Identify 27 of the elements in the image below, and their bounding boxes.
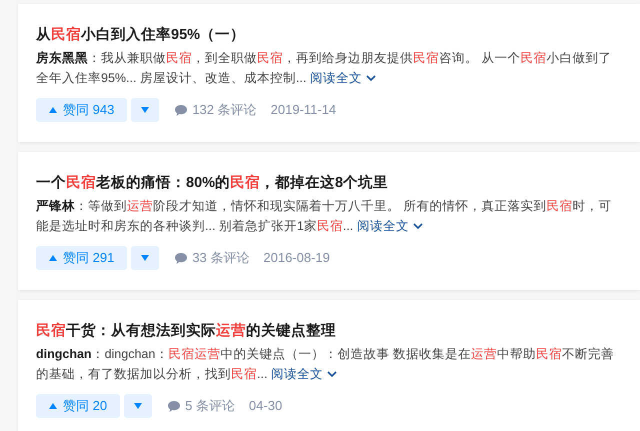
up-triangle-icon [49,107,57,113]
answer-excerpt: 严锋林：等做到运营阶段才知道，情怀和现实隔着十万八千里。 所有的情怀，真正落实到民宿时，可能是选址时和房东的各种谈判... 别着急扩张开1家民宿... 阅读全文 [36,196,624,236]
downvote-button[interactable] [131,246,160,270]
down-triangle-icon [141,107,150,113]
downvote-button[interactable] [131,98,160,122]
answer-title[interactable]: 一个民宿老板的痛悟：80%的民宿，都掉在这8个坑里 [36,172,624,194]
down-triangle-icon [134,403,142,409]
down-triangle-icon [141,255,150,261]
chevron-down-icon [326,370,337,378]
up-triangle-icon [49,255,57,261]
up-triangle-icon [49,403,57,409]
answer-excerpt: dingchan：dingchan：民宿运营中的关键点（一）：创造故事 数据收集是在运营中帮助民宿不断完善的基础，有了数据加以分析，找到民宿... 阅读全文 [36,344,624,384]
answer-date: 04-30 [248,397,282,416]
answer-title[interactable]: 民宿干货：从有想法到实际运营的关键点整理 [36,320,624,342]
downvote-button[interactable] [124,394,152,418]
speech-bubble-icon [168,400,180,412]
read-more-link[interactable]: 阅读全文 [270,364,337,384]
chevron-down-icon [412,222,423,230]
chevron-down-icon [366,74,376,82]
read-more-link[interactable]: 阅读全文 [356,216,423,236]
answer-date: 2016-08-19 [263,249,330,268]
speech-bubble-icon [175,104,188,116]
answer-date: 2019-11-14 [270,101,336,120]
read-more-link[interactable]: 阅读全文 [310,68,376,88]
answer-title[interactable]: 从民宿小白到入住率95%（一） [36,24,624,46]
answer-excerpt: 房东黑黑：我从兼职做民宿，到全职做民宿，再到给身边朋友提供民宿咨询。 从一个民宿小白做到了全年入住率95%... 房屋设计、改造、成本控制... 阅读全文 [36,48,624,88]
speech-bubble-icon [175,252,188,264]
